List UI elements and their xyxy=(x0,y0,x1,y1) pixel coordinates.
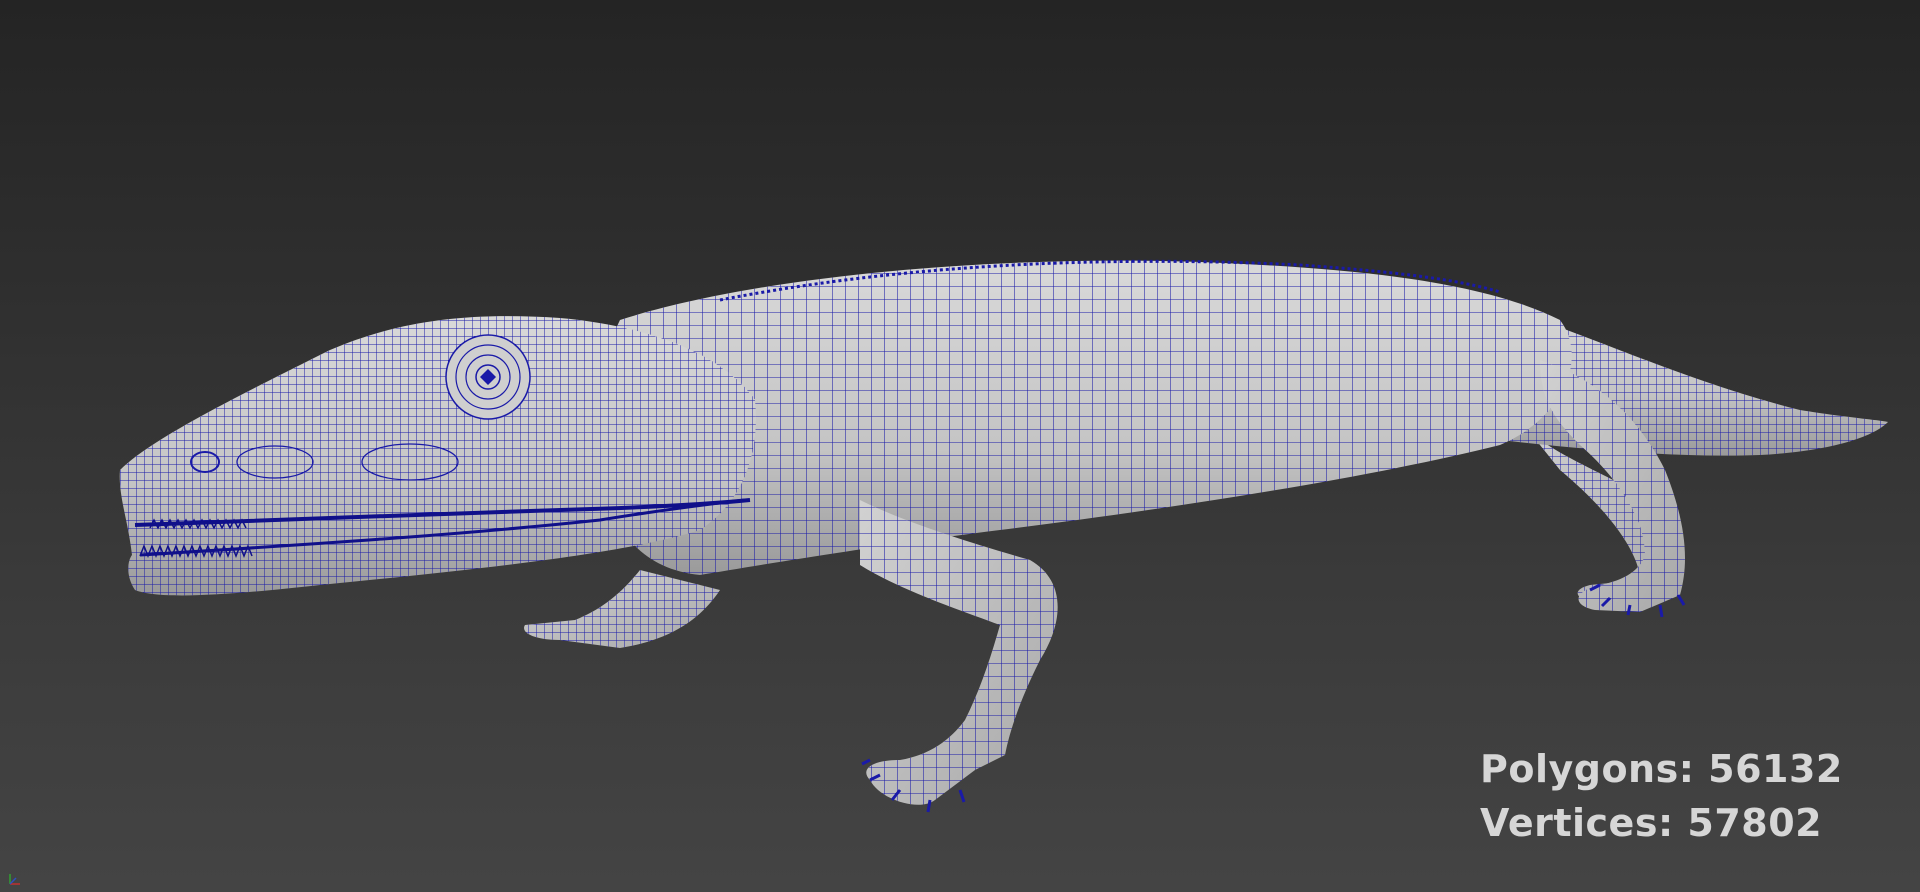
near-front-leg xyxy=(860,500,1058,813)
polygon-count: Polygons: 56132 xyxy=(1480,747,1843,791)
mesh-statistics: Polygons: 56132 Vertices: 57802 xyxy=(1480,742,1843,850)
eye xyxy=(445,334,531,420)
axis-tripod-icon xyxy=(9,874,20,885)
vertex-count: Vertices: 57802 xyxy=(1480,801,1823,845)
far-front-leg xyxy=(524,570,720,648)
3d-viewport[interactable]: Polygons: 56132 Vertices: 57802 xyxy=(0,0,1920,892)
